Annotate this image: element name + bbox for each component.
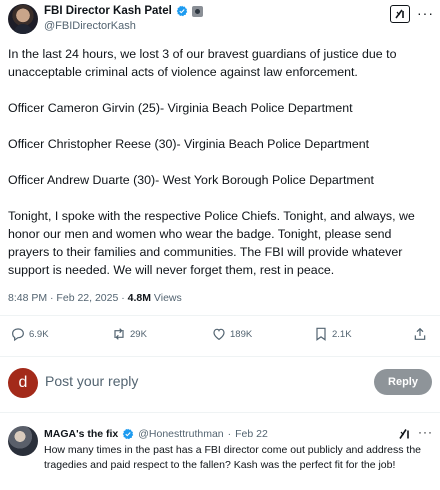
bookmark-count: 2.1K <box>332 328 352 340</box>
user-avatar[interactable]: d <box>8 368 38 398</box>
more-icon[interactable]: ··· <box>417 6 434 20</box>
tweet-text: In the last 24 hours, we lost 3 of our b… <box>8 45 432 297</box>
reply-input[interactable]: Post your reply <box>45 373 138 389</box>
divider <box>0 412 440 413</box>
tweet-paragraph: Officer Andrew Duarte (30)- West York Bo… <box>8 173 374 187</box>
comment-date[interactable]: Feb 22 <box>235 428 268 440</box>
bookmark-action[interactable]: 2.1K <box>313 326 352 342</box>
reply-tweet[interactable]: MAGA's the fix @Honesttruthman · Feb 22 … <box>0 420 440 490</box>
reply-composer: d Post your reply Reply <box>0 366 440 400</box>
repost-count: 29K <box>130 328 147 340</box>
comment-text: How many times in the past has a FBI dir… <box>44 444 422 471</box>
comment-author-name[interactable]: MAGA's the fix <box>44 428 118 440</box>
author-display-name[interactable]: FBI Director Kash Patel <box>44 5 172 17</box>
tweet-paragraph: In the last 24 hours, we lost 3 of our b… <box>8 47 400 79</box>
reply-action[interactable]: 6.9K <box>10 326 49 342</box>
reply-icon <box>12 328 24 342</box>
grok-icon[interactable] <box>398 428 411 440</box>
author-name-row: FBI Director Kash Patel <box>44 5 203 17</box>
like-count: 189K <box>230 328 253 340</box>
repost-action[interactable]: 29K <box>111 326 147 342</box>
bookmark-icon <box>316 327 326 341</box>
action-bar: 6.9K 29K 189K 2.1K <box>0 326 440 348</box>
verified-badge-icon <box>176 5 188 17</box>
like-icon <box>213 328 225 341</box>
tweet-paragraph: Officer Cameron Girvin (25)- Virginia Be… <box>8 101 353 115</box>
like-action[interactable]: 189K <box>211 326 252 342</box>
comment-author-handle[interactable]: @Honesttruthman <box>138 428 223 440</box>
reply-button[interactable]: Reply <box>374 369 432 395</box>
comment-header: MAGA's the fix @Honesttruthman · Feb 22 <box>44 428 268 440</box>
verified-badge-icon <box>123 428 134 440</box>
divider <box>0 356 440 357</box>
views-label: Views <box>151 292 182 304</box>
share-action[interactable] <box>412 326 428 342</box>
reply-count: 6.9K <box>29 328 49 340</box>
share-icon <box>414 327 426 340</box>
comment-author-avatar[interactable] <box>8 426 38 456</box>
divider <box>0 315 440 316</box>
government-affiliation-icon <box>191 5 203 17</box>
user-avatar-letter: d <box>18 374 28 391</box>
tweet-paragraph: Tonight, I spoke with the respective Pol… <box>8 209 419 277</box>
grok-icon[interactable] <box>390 5 410 23</box>
more-icon[interactable]: ··· <box>418 426 433 438</box>
views-count: 4.8M <box>127 292 151 304</box>
tweet-paragraph: Officer Christopher Reese (30)- Virginia… <box>8 137 370 151</box>
author-avatar[interactable] <box>8 4 38 34</box>
tweet-timestamp[interactable]: 8:48 PM · Feb 22, 2025 · <box>8 292 128 304</box>
repost-icon <box>114 328 124 340</box>
tweet-meta: 8:48 PM · Feb 22, 2025 · 4.8M Views <box>8 292 182 304</box>
author-handle[interactable]: @FBIDirectorKash <box>44 20 136 32</box>
separator-dot: · <box>227 428 232 440</box>
